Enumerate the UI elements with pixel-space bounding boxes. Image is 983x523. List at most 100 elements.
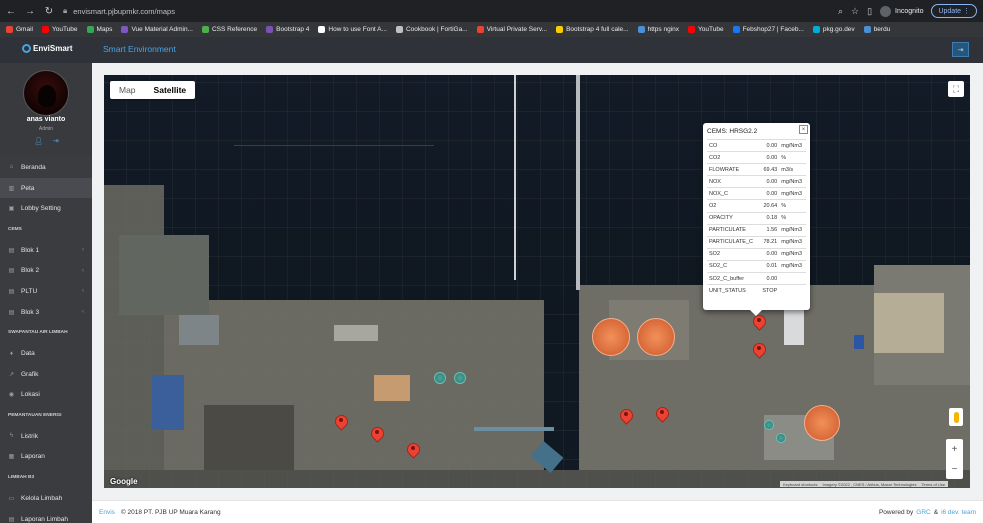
map-marker[interactable] (753, 315, 764, 329)
info-param: SO2_C (707, 259, 759, 273)
map-marker[interactable] (407, 443, 418, 457)
keyboard-shortcuts-link[interactable]: Keyboard shortcuts (783, 482, 817, 487)
map-marker[interactable] (656, 407, 667, 421)
bookmark-label: Cookbook | FortiGa... (405, 26, 468, 33)
sidebar-item-data[interactable]: ♦ Data (0, 343, 92, 364)
map-marker[interactable] (620, 409, 631, 423)
logout-button[interactable]: ⇥ (952, 42, 969, 57)
bookmark-item[interactable]: Bootstrap 4 (266, 26, 309, 33)
bookmark-item[interactable]: Maps (86, 26, 112, 33)
info-value: 0.00 (758, 138, 780, 152)
incognito-indicator[interactable]: Incognito (880, 5, 923, 17)
bookmark-favicon-icon (6, 26, 13, 33)
info-unit: mg/Nm3 (779, 187, 806, 200)
sidebar-item-kelola-limbah[interactable]: ▭ Kelola Limbah (0, 488, 92, 509)
url-field[interactable]: 🔒︎ envismart.pjbupmkr.com/maps (63, 3, 823, 20)
sidebar-item-grafik[interactable]: ↗ Grafik (0, 364, 92, 385)
app-logo[interactable]: EnviSmart (22, 44, 73, 53)
footer-brand[interactable]: Envis (99, 509, 115, 516)
bookmark-favicon-icon (395, 26, 403, 33)
fullscreen-button[interactable]: ⛶ (948, 81, 964, 97)
info-row: PARTICULATE_C 78.21 mg/Nm3 (707, 235, 806, 249)
report-icon: ▦ (8, 454, 15, 461)
bookmark-item[interactable]: CSS Reference (201, 26, 257, 33)
sidebar-item-laporan[interactable]: ▦ Laporan (0, 447, 92, 468)
bookmark-favicon-icon (688, 26, 696, 33)
bookmark-item[interactable]: YouTube (688, 26, 724, 33)
sidebar-item-lobby-setting[interactable]: ▣ Lobby Setting (0, 198, 92, 219)
sidebar-item-lokasi[interactable]: ◉ Lokasi (0, 385, 92, 406)
sidebar-item-pltu[interactable]: ▤ PLTU ‹ (0, 281, 92, 302)
info-param: SO2 (707, 247, 759, 261)
bookmark-item[interactable]: Febshop27 | Faceb... (732, 26, 804, 33)
info-row: NOX 0.00 mg/Nm3 (707, 175, 806, 188)
info-value: 0.00 (758, 272, 780, 285)
bookmark-item[interactable]: Cookbook | FortiGa... (395, 26, 468, 33)
sidebar-item-blok-1[interactable]: ▤ Blok 1 ‹ (0, 240, 92, 261)
map-marker[interactable] (335, 415, 346, 429)
info-unit: mg/Nm3 (779, 235, 806, 249)
map-type-satellite-button[interactable]: Satellite (145, 81, 196, 99)
map-building (854, 335, 864, 349)
image-icon: ▣ (8, 206, 15, 213)
sidebar-item-blok-3[interactable]: ▤ Blok 3 ‹ (0, 302, 92, 323)
sidebar-item-peta[interactable]: ▥ Peta (0, 177, 92, 199)
map-tank (592, 318, 630, 356)
info-param: UNIT_STATUS (707, 284, 759, 297)
bookmark-favicon-icon (476, 26, 484, 33)
close-icon[interactable]: × (799, 125, 808, 134)
info-value: STOP (758, 284, 780, 297)
info-param: NOX (707, 175, 759, 188)
reload-icon[interactable]: ↻ (41, 3, 57, 19)
info-value: 0.01 (758, 259, 780, 273)
map-marker[interactable] (371, 427, 382, 441)
bookmark-item[interactable]: https nginx (637, 26, 679, 33)
bookmark-favicon-icon (121, 26, 129, 33)
sidebar-item-laporan-limbah[interactable]: ▤ Laporan Limbah (0, 509, 92, 523)
sidebar-item-blok-2[interactable]: ▤ Blok 2 ‹ (0, 260, 92, 281)
forward-icon[interactable]: → (22, 3, 38, 19)
zoom-in-button[interactable]: + (952, 444, 958, 455)
zoom-icon[interactable]: ⌕ (838, 6, 843, 17)
update-label: Update (938, 8, 962, 15)
bookmark-item[interactable]: berdu (863, 26, 890, 33)
logout-icon[interactable]: ⇥ (53, 137, 59, 145)
map-marker[interactable] (753, 343, 764, 357)
sidebar-item-beranda[interactable]: ⌂ Beranda (0, 157, 92, 178)
info-row: SO2_C_buffer 0.00 (707, 272, 806, 285)
bookmark-label: Virtual Private Serv... (486, 26, 548, 33)
bookmark-item[interactable]: Bootstrap 4 full cale... (556, 26, 629, 33)
google-logo[interactable]: Google (110, 477, 138, 486)
map-tank (454, 372, 466, 384)
user-panel: anas vianto Admin 👤︎ ⇥ (0, 63, 92, 155)
bookmark-item[interactable]: pkg.go.dev (812, 26, 855, 33)
map-building (874, 293, 944, 353)
map-container[interactable]: Map Satellite ⛶ + − Google Keyboard shor… (104, 75, 970, 488)
info-unit (779, 272, 806, 285)
map-type-map-button[interactable]: Map (110, 81, 145, 99)
sidepanel-icon[interactable]: ▯ (867, 6, 872, 17)
bookmark-item[interactable]: How to use Font A... (318, 26, 387, 33)
bookmark-item[interactable]: Vue Material Admin... (121, 26, 193, 33)
grc-link[interactable]: GRC (916, 509, 930, 516)
url-text: envismart.pjbupmkr.com/maps (73, 6, 175, 16)
zoom-out-button[interactable]: − (952, 464, 958, 475)
profile-icon[interactable]: 👤︎ (34, 137, 43, 145)
star-icon[interactable]: ☆ (851, 6, 859, 17)
chart-icon: ↗ (8, 371, 15, 378)
bookmark-item[interactable]: Gmail (6, 26, 33, 33)
info-unit: m3/s (779, 163, 806, 176)
bookmark-favicon-icon (266, 26, 274, 33)
pegman-icon[interactable] (949, 408, 963, 426)
sidebar-item-listrik[interactable]: ϟ Listrik (0, 426, 92, 447)
bookmark-item[interactable]: Virtual Private Serv... (476, 26, 548, 33)
dev-team-link[interactable]: i6 dev. team (941, 509, 976, 516)
back-icon[interactable]: ← (3, 3, 19, 19)
terms-link[interactable]: Terms of Use (922, 482, 946, 487)
update-button[interactable]: Update ⋮ (931, 4, 977, 18)
map-icon: ▥ (8, 185, 15, 192)
bookmark-item[interactable]: YouTube (41, 26, 78, 33)
app-title: Smart Environment (103, 44, 176, 54)
monitor-icon: ▭ (8, 495, 15, 502)
file-icon: ▤ (8, 247, 15, 254)
